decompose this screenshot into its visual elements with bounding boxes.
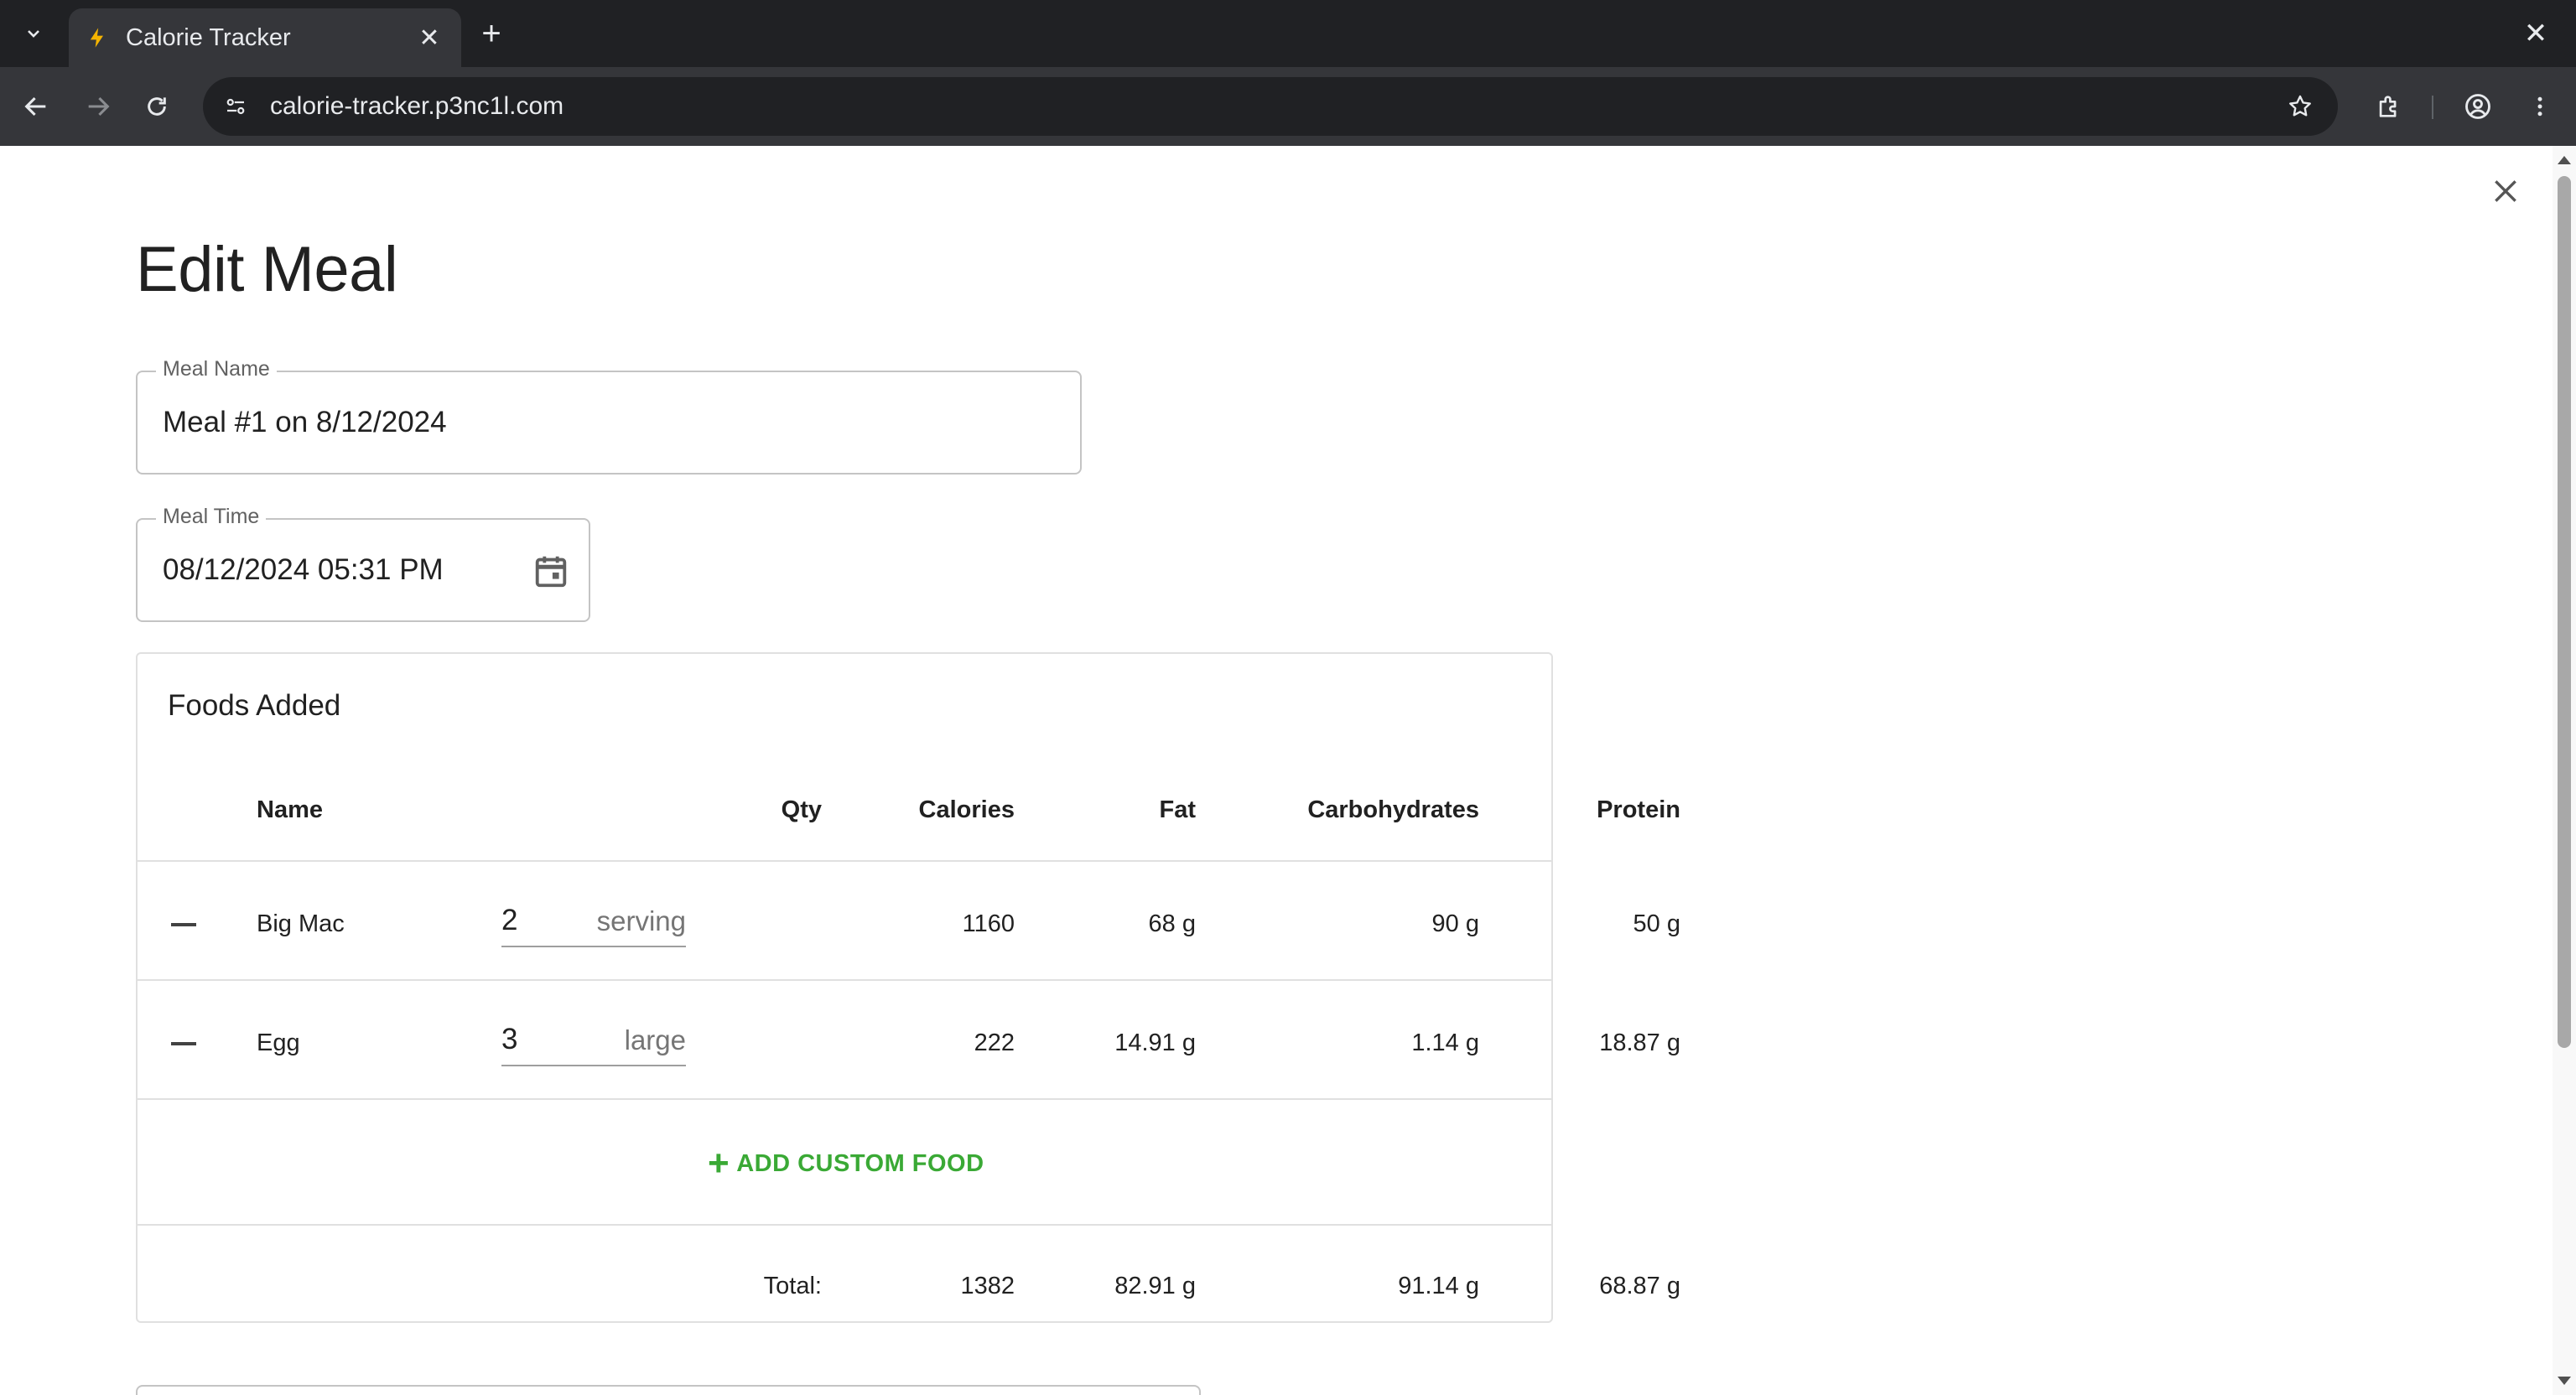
reload-icon — [148, 97, 166, 116]
lightning-bolt-icon — [90, 28, 103, 48]
col-header-fat: Fat — [1159, 796, 1197, 823]
qty-unit: large — [624, 1024, 686, 1055]
arrow-left-icon — [24, 96, 46, 117]
col-header-qty: Qty — [781, 796, 822, 823]
bookmark-star-icon[interactable] — [2281, 87, 2319, 126]
divider — [138, 860, 1551, 862]
divider — [138, 979, 1551, 981]
food-calories: 1160 — [962, 910, 1015, 937]
qty-value[interactable]: 2 — [501, 904, 517, 937]
foods-added-card: Foods Added Name Qty Calories Fat Carboh… — [136, 652, 1680, 1323]
total-fat: 82.91 g — [1114, 1273, 1196, 1299]
qty-unit: serving — [596, 905, 686, 936]
back-button[interactable] — [15, 86, 57, 127]
reload-button[interactable] — [136, 86, 178, 127]
food-fat: 14.91 g — [1114, 1029, 1196, 1056]
food-carbs: 90 g — [1431, 910, 1479, 937]
site-info-icon[interactable] — [215, 86, 257, 127]
minus-icon — [171, 923, 196, 926]
total-calories: 1382 — [960, 1273, 1015, 1299]
browser-tab-bar: Calorie Tracker ✕ + ✕ — [0, 0, 2576, 67]
scroll-down-arrow[interactable] — [2558, 1377, 2571, 1385]
close-icon — [2495, 180, 2516, 202]
qty-input[interactable]: 3 large — [501, 1016, 686, 1066]
menu-kebab-icon[interactable] — [2519, 86, 2561, 127]
col-header-protein-label: Protein — [1597, 796, 1680, 823]
address-bar[interactable]: calorie-tracker.p3nc1l.com — [203, 77, 2338, 136]
page-title: Edit Meal — [136, 234, 398, 305]
divider — [138, 1098, 1551, 1100]
new-tab-button[interactable]: + — [473, 15, 510, 52]
food-name: Egg — [257, 1029, 300, 1056]
arrow-right-icon — [88, 96, 110, 117]
total-protein: 68.87 g — [1599, 1273, 1680, 1299]
food-fat: 68 g — [1148, 910, 1196, 937]
tab-search-button[interactable] — [12, 12, 55, 55]
col-header-calories: Calories — [918, 796, 1015, 823]
calendar-icon[interactable] — [532, 552, 570, 590]
remove-food-button[interactable] — [164, 1024, 203, 1063]
browser-tab[interactable]: Calorie Tracker ✕ — [69, 8, 461, 67]
meal-time-field[interactable]: Meal Time 08/12/2024 05:31 PM — [136, 505, 590, 622]
page-scrollbar[interactable] — [2553, 146, 2576, 1395]
divider — [138, 1224, 1551, 1226]
food-name: Big Mac — [257, 910, 345, 937]
browser-toolbar: calorie-tracker.p3nc1l.com — [0, 67, 2576, 146]
total-label: Total: — [763, 1273, 822, 1299]
total-carbs: 91.14 g — [1398, 1273, 1479, 1299]
foods-added-title: Foods Added — [168, 689, 341, 722]
tab-close-icon[interactable]: ✕ — [414, 23, 444, 53]
toolbar-separator — [2432, 96, 2433, 119]
add-custom-food-button[interactable]: + ADD CUSTOM FOOD — [708, 1145, 984, 1182]
add-custom-food-label: ADD CUSTOM FOOD — [736, 1149, 984, 1177]
profile-icon[interactable] — [2457, 86, 2499, 127]
plus-icon: + — [708, 1143, 730, 1184]
remove-food-button[interactable] — [164, 905, 203, 944]
url-text[interactable]: calorie-tracker.p3nc1l.com — [270, 92, 564, 121]
scroll-up-arrow[interactable] — [2558, 156, 2571, 164]
food-protein: 18.87 g — [1599, 1029, 1680, 1056]
qty-value[interactable]: 3 — [501, 1023, 517, 1056]
extensions-icon[interactable] — [2368, 86, 2410, 127]
qty-input[interactable]: 2 serving — [501, 897, 686, 947]
food-calories: 222 — [974, 1029, 1015, 1056]
tab-title: Calorie Tracker — [126, 23, 291, 51]
page-content: Edit Meal Meal Name Meal #1 on 8/12/2024… — [0, 146, 2553, 1395]
food-carbs: 1.14 g — [1411, 1029, 1479, 1056]
col-header-name: Name — [257, 796, 323, 823]
dialog-close-button[interactable] — [2484, 169, 2527, 213]
meal-name-input[interactable]: Meal #1 on 8/12/2024 — [163, 372, 963, 473]
scroll-thumb[interactable] — [2558, 176, 2571, 1048]
food-protein: 50 g — [1633, 910, 1680, 937]
next-field-outline[interactable] — [136, 1385, 1201, 1395]
col-header-carbohydrates: Carbohydrates — [1307, 796, 1479, 823]
meal-time-input[interactable]: 08/12/2024 05:31 PM — [163, 520, 546, 620]
forward-button[interactable] — [77, 86, 119, 127]
minus-icon — [171, 1042, 196, 1045]
window-close-button[interactable]: ✕ — [2517, 15, 2554, 52]
chevron-down-icon — [28, 30, 39, 38]
meal-name-field[interactable]: Meal Name Meal #1 on 8/12/2024 — [136, 357, 1082, 475]
